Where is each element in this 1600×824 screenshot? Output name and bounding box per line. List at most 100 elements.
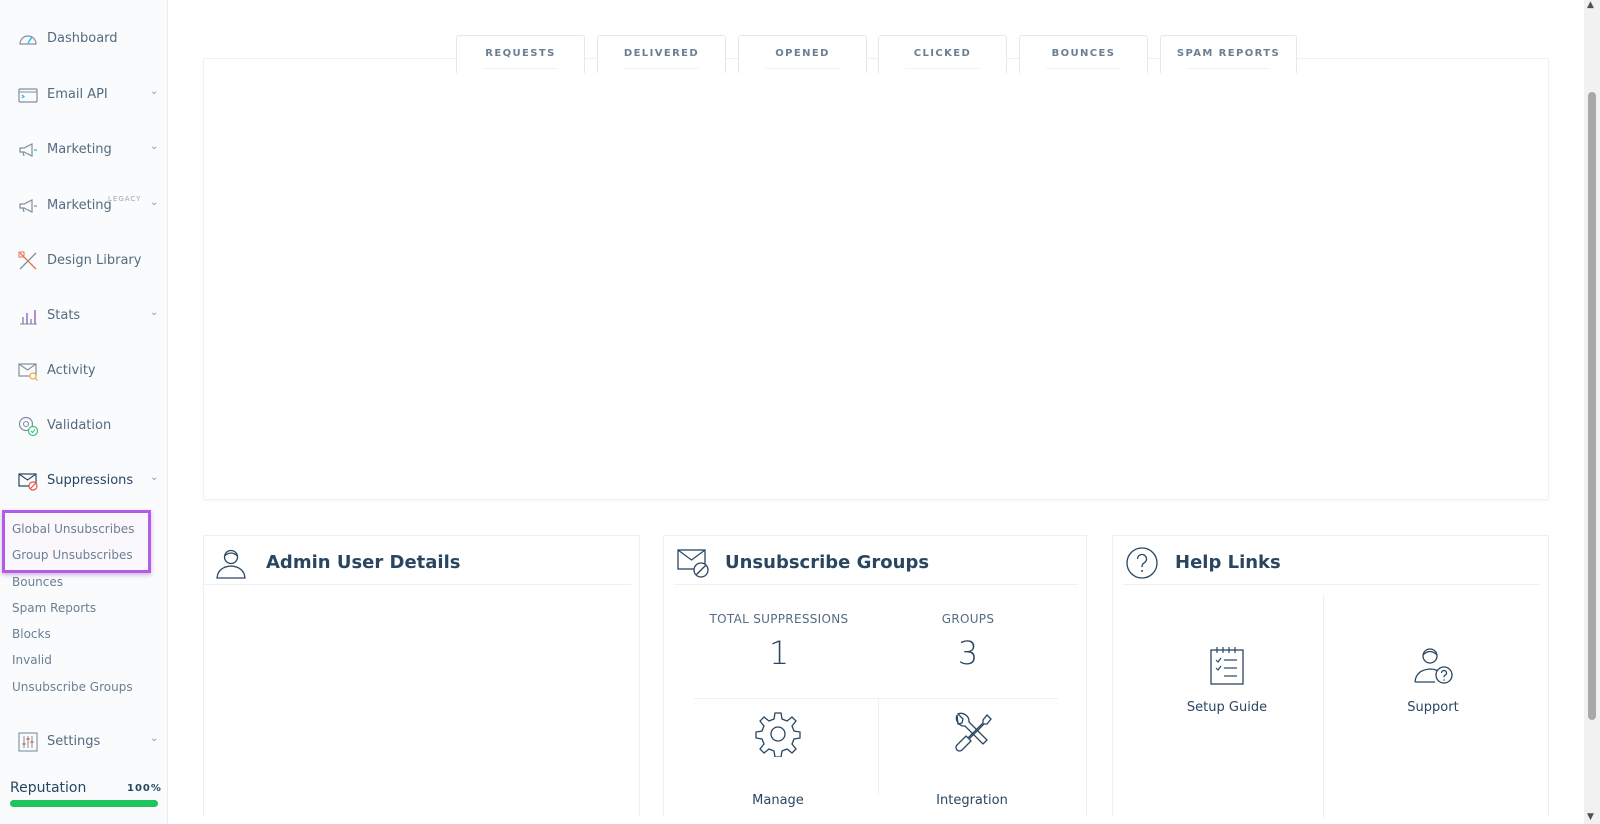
sidebar-subitem-group-unsubscribes[interactable]: Group Unsubscribes xyxy=(12,548,133,562)
megaphone-icon xyxy=(19,199,37,213)
megaphone-icon xyxy=(19,143,37,157)
reputation-bar xyxy=(10,800,158,807)
sidebar-item-label: Validation xyxy=(47,418,112,433)
sidebar-item-suppressions[interactable]: Suppressions ⌄ xyxy=(0,469,167,493)
tab-bounces[interactable]: BOUNCES xyxy=(1019,35,1148,73)
tab-label: CLICKED xyxy=(913,48,972,59)
wrench-screwdriver-icon xyxy=(955,712,992,752)
support-user-icon xyxy=(1414,648,1453,684)
mail-search-icon xyxy=(18,363,38,381)
card-title: Help Links xyxy=(1175,552,1281,573)
sidebar-item-label: Activity xyxy=(47,363,96,378)
card-title: Unsubscribe Groups xyxy=(725,552,930,573)
gauge-icon xyxy=(19,35,37,45)
sidebar-item-label: Marketing xyxy=(47,142,112,157)
sidebar-subitem-global-unsubscribes[interactable]: Global Unsubscribes xyxy=(12,522,134,536)
setup-guide-label: Setup Guide xyxy=(1186,700,1268,715)
sliders-icon xyxy=(18,732,38,752)
tab-label: OPENED xyxy=(775,48,830,59)
highlight-box xyxy=(2,510,151,573)
chevron-down-icon: ⌄ xyxy=(150,733,159,744)
question-icon xyxy=(1126,547,1158,579)
admin-user-details-card: Admin User Details xyxy=(203,535,640,817)
tab-underline xyxy=(1187,68,1270,69)
sidebar-item-label: Settings xyxy=(47,734,101,749)
sidebar-item-label: Stats xyxy=(47,308,81,323)
main-content: REQUESTS DELIVERED OPENED CLICKED BOUNCE… xyxy=(168,0,1584,824)
sidebar-item-stats[interactable]: Stats ⌄ xyxy=(0,304,167,328)
tab-label: REQUESTS xyxy=(485,48,556,59)
tab-clicked[interactable]: CLICKED xyxy=(878,35,1007,73)
sidebar-subitem-unsubscribe-groups[interactable]: Unsubscribe Groups xyxy=(12,680,133,694)
groups-label: GROUPS xyxy=(941,612,995,626)
help-links-card: Help Links Setup Guide Support xyxy=(1112,535,1549,818)
sidebar-item-dashboard[interactable]: Dashboard xyxy=(0,27,167,51)
chevron-down-icon: ⌄ xyxy=(150,307,159,318)
tab-underline xyxy=(905,68,980,69)
manage-link[interactable]: Manage xyxy=(704,711,852,811)
sidebar-item-validation[interactable]: Validation xyxy=(0,414,167,438)
column-divider xyxy=(1323,594,1324,818)
column-divider xyxy=(878,699,879,794)
sidebar-subitem-invalid[interactable]: Invalid xyxy=(12,653,52,667)
total-suppressions-value: 1 xyxy=(768,634,790,672)
sidebar-item-label: Dashboard xyxy=(47,31,118,46)
sidebar-item-label: Marketing xyxy=(47,198,112,213)
sidebar-item-label: Design Library xyxy=(47,253,142,268)
bar-chart-icon xyxy=(20,310,37,325)
scroll-up-arrow[interactable]: ▲ xyxy=(1587,0,1594,10)
stats-divider xyxy=(694,698,1058,699)
card-divider xyxy=(1123,584,1540,585)
sidebar-item-activity[interactable]: Activity xyxy=(0,359,167,383)
sidebar-item-settings[interactable]: Settings ⌄ xyxy=(0,730,167,754)
vertical-scrollbar[interactable]: ▲ ▼ xyxy=(1584,0,1600,824)
groups-value: 3 xyxy=(957,634,979,672)
unsubscribe-groups-card: Unsubscribe Groups TOTAL SUPPRESSIONS 1 … xyxy=(663,535,1087,817)
tab-requests[interactable]: REQUESTS xyxy=(456,35,585,73)
chevron-down-icon: ⌄ xyxy=(150,86,159,97)
card-title: Admin User Details xyxy=(266,552,461,573)
tab-underline xyxy=(624,68,699,69)
design-tools-icon xyxy=(18,251,37,270)
tab-underline xyxy=(1046,68,1121,69)
reputation-label: Reputation xyxy=(10,780,87,796)
sidebar-item-label: Suppressions xyxy=(47,473,134,488)
integration-label: Integration xyxy=(936,793,1008,808)
sidebar-subitem-blocks[interactable]: Blocks xyxy=(12,627,51,641)
user-icon xyxy=(216,549,246,579)
chevron-down-icon: ⌄ xyxy=(150,141,159,152)
card-divider xyxy=(674,584,1078,585)
sidebar-item-marketing-legacy[interactable]: Marketing LEGACY ⌄ xyxy=(0,194,167,218)
legacy-badge: LEGACY xyxy=(108,195,142,203)
tab-delivered[interactable]: DELIVERED xyxy=(597,35,726,73)
chevron-down-icon: ⌄ xyxy=(150,197,159,208)
chevron-down-icon: ⌄ xyxy=(150,472,159,483)
sidebar-item-design-library[interactable]: Design Library xyxy=(0,249,167,273)
sidebar-subitem-bounces[interactable]: Bounces xyxy=(12,575,63,589)
support-link[interactable]: Support xyxy=(1359,646,1507,736)
sidebar: Dashboard Email API ⌄ Marketing ⌄ Market… xyxy=(0,0,168,824)
integration-link[interactable]: Integration xyxy=(898,711,1046,811)
card-divider xyxy=(204,584,631,585)
manage-label: Manage xyxy=(752,793,804,808)
sidebar-item-email-api[interactable]: Email API ⌄ xyxy=(0,83,167,107)
tab-label: SPAM REPORTS xyxy=(1176,48,1281,59)
terminal-icon xyxy=(18,88,38,103)
sidebar-subitem-spam-reports[interactable]: Spam Reports xyxy=(12,601,96,615)
tab-label: BOUNCES xyxy=(1051,48,1116,59)
stats-chart-panel xyxy=(203,58,1549,500)
tab-label: DELIVERED xyxy=(623,48,700,59)
scroll-thumb[interactable] xyxy=(1588,92,1596,720)
sidebar-item-label: Email API xyxy=(47,87,108,102)
gear-icon xyxy=(755,712,801,757)
tab-spam-reports[interactable]: SPAM REPORTS xyxy=(1160,35,1297,73)
tab-opened[interactable]: OPENED xyxy=(738,35,867,73)
sidebar-item-marketing[interactable]: Marketing ⌄ xyxy=(0,138,167,162)
mail-blocked-icon xyxy=(18,473,38,491)
setup-guide-link[interactable]: Setup Guide xyxy=(1153,646,1301,736)
support-label: Support xyxy=(1407,700,1459,715)
tab-underline xyxy=(483,68,558,69)
total-suppressions-label: TOTAL SUPPRESSIONS xyxy=(709,612,849,626)
mail-blocked-icon xyxy=(677,549,709,578)
scroll-down-arrow[interactable]: ▼ xyxy=(1587,812,1594,822)
